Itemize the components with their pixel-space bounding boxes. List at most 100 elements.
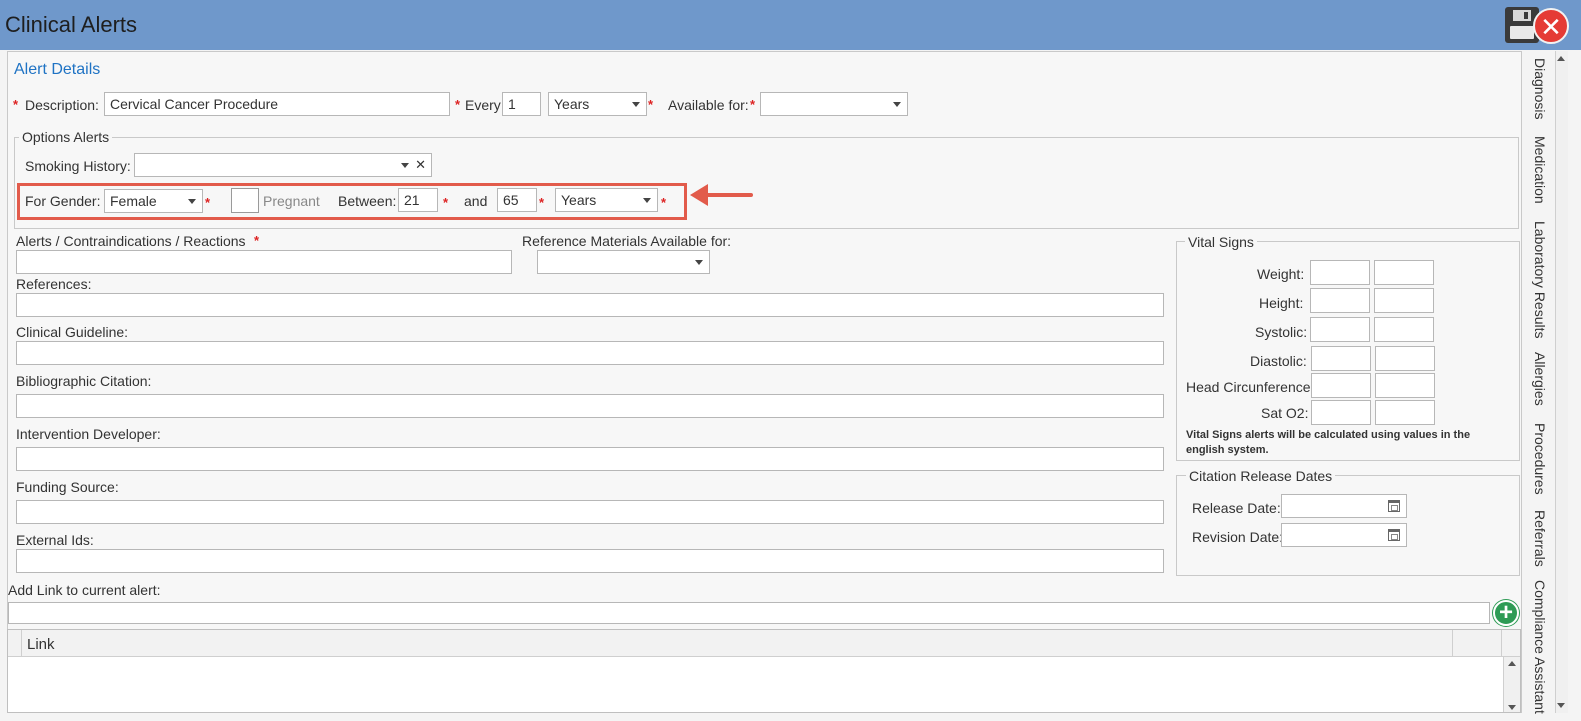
plus-icon[interactable]: + [1493, 600, 1519, 626]
available-for-label: Available for: [668, 97, 749, 113]
clear-icon[interactable]: ✕ [415, 157, 426, 173]
head-circumference-min-input[interactable] [1311, 373, 1371, 398]
sat-o2-label: Sat O2: [1261, 405, 1309, 421]
scroll-up-icon[interactable] [1557, 56, 1565, 61]
external-ids-label: External Ids: [16, 532, 94, 548]
tab-medication[interactable]: Medication [1528, 136, 1548, 204]
chevron-down-icon [893, 102, 901, 107]
window-scrollbar[interactable] [1555, 51, 1568, 713]
add-link-input[interactable] [8, 602, 1490, 624]
revision-date-label: Revision Date: [1192, 529, 1284, 545]
gender-label: For Gender: [25, 193, 101, 209]
tab-allergies[interactable]: Allergies [1528, 352, 1548, 406]
alerts-input[interactable] [16, 250, 512, 274]
required-mark: * [205, 195, 211, 210]
weight-label: Weight: [1257, 266, 1305, 282]
diastolic-label: Diastolic: [1250, 353, 1307, 369]
title-bar [0, 0, 1581, 50]
reference-materials-label: Reference Materials Available for: [522, 233, 732, 249]
required-mark: * [661, 195, 667, 210]
intervention-input[interactable] [16, 447, 1164, 471]
weight-max-input[interactable] [1374, 260, 1434, 285]
references-input[interactable] [16, 293, 1164, 317]
required-mark: * [648, 97, 654, 112]
description-label: Description: [25, 97, 99, 113]
scroll-down-icon[interactable] [1508, 705, 1516, 710]
release-date-input[interactable] [1281, 494, 1407, 518]
age-from-input[interactable]: 21 [398, 188, 438, 212]
calendar-icon[interactable] [1388, 529, 1400, 541]
revision-date-input[interactable] [1281, 523, 1407, 547]
options-alerts-title: Options Alerts [19, 129, 113, 145]
age-unit-select[interactable]: Years [555, 188, 658, 212]
close-icon[interactable]: ✕ [1533, 8, 1569, 44]
scroll-down-icon[interactable] [1557, 703, 1565, 708]
systolic-max-input[interactable] [1374, 317, 1434, 342]
sat-o2-max-input[interactable] [1375, 400, 1435, 425]
description-input[interactable]: Cervical Cancer Procedure [104, 92, 450, 116]
head-circumference-max-input[interactable] [1375, 373, 1435, 398]
height-label: Height: [1259, 295, 1304, 311]
bibliographic-label: Bibliographic Citation: [16, 373, 152, 389]
scroll-up-icon[interactable] [1508, 661, 1516, 666]
funding-input[interactable] [16, 500, 1164, 524]
tab-procedures[interactable]: Procedures [1528, 423, 1548, 495]
smoking-history-label: Smoking History: [25, 158, 131, 174]
add-link-label: Add Link to current alert: [8, 582, 161, 598]
sat-o2-min-input[interactable] [1311, 400, 1371, 425]
age-to-input[interactable]: 65 [497, 188, 537, 212]
link-column-header[interactable]: Link [27, 636, 55, 653]
calendar-icon[interactable] [1388, 500, 1400, 512]
every-input[interactable]: 1 [502, 92, 541, 116]
diastolic-min-input[interactable] [1311, 346, 1371, 371]
references-label: References: [16, 276, 92, 292]
link-grid-header [8, 630, 1520, 657]
systolic-label: Systolic: [1255, 324, 1308, 340]
required-mark: * [443, 195, 449, 210]
vital-signs-title: Vital Signs [1185, 234, 1257, 250]
tab-compliance-assistant[interactable]: Compliance Assistant [1528, 580, 1548, 718]
every-label: Every: [465, 97, 505, 113]
smoking-history-select[interactable]: ✕ [134, 153, 432, 177]
pregnant-checkbox[interactable] [231, 188, 259, 213]
chevron-down-icon [188, 199, 196, 204]
reference-materials-select[interactable] [537, 250, 710, 274]
between-label: Between: [338, 193, 397, 209]
required-mark: * [750, 97, 756, 112]
tab-diagnosis[interactable]: Diagnosis [1528, 58, 1548, 119]
alerts-label: Alerts / Contraindications / Reactions [16, 233, 246, 249]
required-mark: * [254, 233, 260, 248]
systolic-min-input[interactable] [1310, 317, 1370, 342]
height-min-input[interactable] [1310, 288, 1370, 313]
citation-release-title: Citation Release Dates [1186, 468, 1336, 484]
release-date-label: Release Date: [1192, 500, 1281, 516]
tab-referrals[interactable]: Referrals [1528, 510, 1548, 567]
weight-min-input[interactable] [1310, 260, 1370, 285]
required-mark: * [455, 97, 461, 112]
clinical-guideline-input[interactable] [16, 341, 1164, 365]
arrow-shaft [706, 193, 753, 197]
clinical-guideline-label: Clinical Guideline: [16, 324, 129, 340]
available-for-select[interactable] [760, 92, 908, 116]
chevron-down-icon [401, 163, 409, 168]
gender-select[interactable]: Female [104, 189, 203, 213]
intervention-label: Intervention Developer: [16, 426, 161, 442]
bibliographic-input[interactable] [16, 394, 1164, 418]
funding-label: Funding Source: [16, 479, 119, 495]
chevron-down-icon [643, 198, 651, 203]
head-circumference-label: Head Circunference: [1186, 379, 1315, 395]
save-icon [1513, 10, 1531, 21]
external-ids-input[interactable] [16, 549, 1164, 573]
height-max-input[interactable] [1374, 288, 1434, 313]
every-unit-select[interactable]: Years [548, 92, 647, 116]
and-label: and [464, 193, 488, 209]
diastolic-max-input[interactable] [1375, 346, 1435, 371]
required-mark: * [13, 97, 19, 112]
pregnant-label: Pregnant [263, 193, 320, 209]
chevron-down-icon [632, 102, 640, 107]
alert-details-title: Alert Details [14, 61, 101, 78]
tab-laboratory-results[interactable]: Laboratory Results [1528, 221, 1548, 339]
vital-signs-note: Vital Signs alerts will be calculated us… [1186, 429, 1471, 456]
chevron-down-icon [695, 260, 703, 265]
required-mark: * [539, 195, 545, 210]
